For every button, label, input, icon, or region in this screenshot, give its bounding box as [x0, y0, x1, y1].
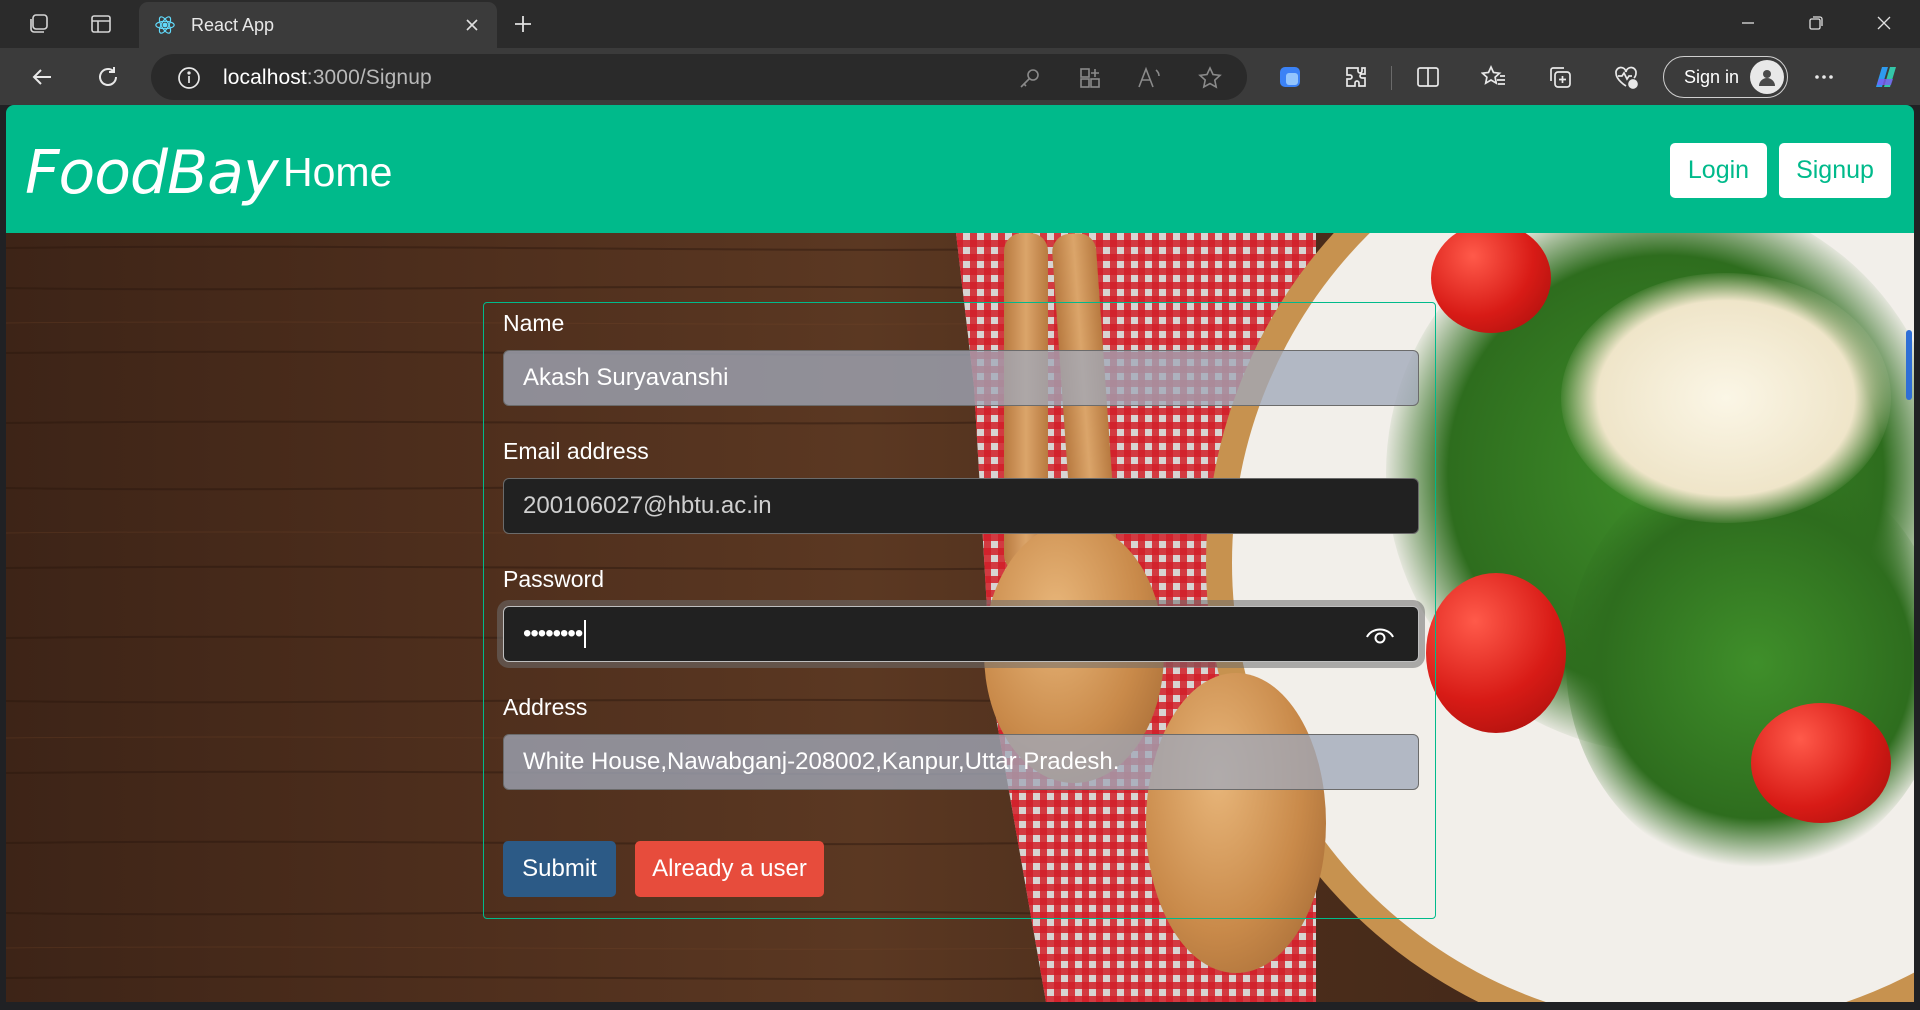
apps-icon[interactable] [1076, 64, 1104, 92]
nav-home-link[interactable]: Home [283, 149, 392, 196]
sign-in-button[interactable]: Sign in [1663, 56, 1788, 98]
already-user-button[interactable]: Already a user [635, 841, 824, 897]
name-input-value: Akash Suryavanshi [523, 364, 729, 391]
tomato-3 [1751, 703, 1891, 823]
read-aloud-icon[interactable] [1136, 64, 1164, 92]
brand-logo[interactable]: FoodBay [25, 138, 278, 208]
signup-form: Name Akash Suryavanshi Email address 200… [483, 302, 1436, 919]
more-icon[interactable] [1807, 60, 1841, 94]
tab-actions-icon[interactable] [86, 10, 116, 38]
close-icon[interactable] [459, 12, 485, 38]
workspaces-icon[interactable] [24, 10, 54, 38]
split-screen-icon[interactable] [1411, 60, 1445, 94]
browser-essentials-icon[interactable] [1609, 60, 1643, 94]
info-icon[interactable] [175, 64, 203, 92]
restore-icon[interactable] [1796, 8, 1836, 38]
react-icon [153, 13, 177, 37]
url-path: :3000/Signup [306, 66, 432, 89]
favorite-star-icon[interactable] [1196, 64, 1224, 92]
email-input-value: 200106027@hbtu.ac.in [523, 492, 772, 519]
page-viewport: FoodBay Home Login Signup Name Akash Sur… [6, 105, 1914, 1002]
address-input-value: White House,Nawabganj-208002,Kanpur,Utta… [523, 748, 1120, 775]
scrollbar-thumb[interactable] [1906, 330, 1912, 400]
name-label: Name [503, 310, 565, 336]
url-text[interactable]: localhost:3000/Signup [223, 66, 432, 90]
back-icon[interactable] [25, 60, 59, 94]
password-input-value: •••••••• [523, 620, 583, 647]
copilot-icon[interactable] [1869, 60, 1903, 94]
toolbar-divider [1391, 66, 1392, 90]
submit-button[interactable]: Submit [503, 841, 616, 897]
puzzle-icon[interactable] [1339, 60, 1373, 94]
browser-titlebar: React App [0, 0, 1920, 48]
email-input[interactable]: 200106027@hbtu.ac.in [503, 478, 1419, 534]
browser-tab[interactable]: React App [139, 2, 497, 48]
extension-icon[interactable] [1273, 60, 1307, 94]
noodle-topping [1561, 273, 1891, 523]
scrollbar[interactable] [1904, 233, 1914, 1002]
eye-icon[interactable] [1364, 621, 1396, 649]
login-button[interactable]: Login [1670, 143, 1767, 198]
address-bar[interactable]: localhost:3000/Signup [151, 54, 1247, 100]
key-icon[interactable] [1016, 64, 1044, 92]
plus-icon[interactable] [508, 10, 538, 38]
avatar-icon [1750, 60, 1784, 94]
password-label: Password [503, 566, 604, 592]
browser-toolbar: localhost:3000/Signup Sign in [0, 48, 1920, 105]
collections-icon[interactable] [1543, 60, 1577, 94]
password-input[interactable]: •••••••• [503, 606, 1419, 662]
name-input[interactable]: Akash Suryavanshi [503, 350, 1419, 406]
refresh-icon[interactable] [91, 60, 125, 94]
signup-button[interactable]: Signup [1779, 143, 1891, 198]
address-input[interactable]: White House,Nawabganj-208002,Kanpur,Utta… [503, 734, 1419, 790]
sign-in-label: Sign in [1684, 66, 1740, 87]
minimize-icon[interactable] [1728, 8, 1768, 38]
email-label: Email address [503, 438, 649, 464]
favorites-icon[interactable] [1477, 60, 1511, 94]
url-host: localhost [223, 66, 307, 89]
site-navbar: FoodBay Home Login Signup [6, 105, 1914, 233]
address-label: Address [503, 694, 588, 720]
text-caret [584, 620, 587, 648]
close-window-icon[interactable] [1864, 8, 1904, 38]
tab-title: React App [191, 14, 275, 35]
tomato-2 [1426, 573, 1566, 733]
